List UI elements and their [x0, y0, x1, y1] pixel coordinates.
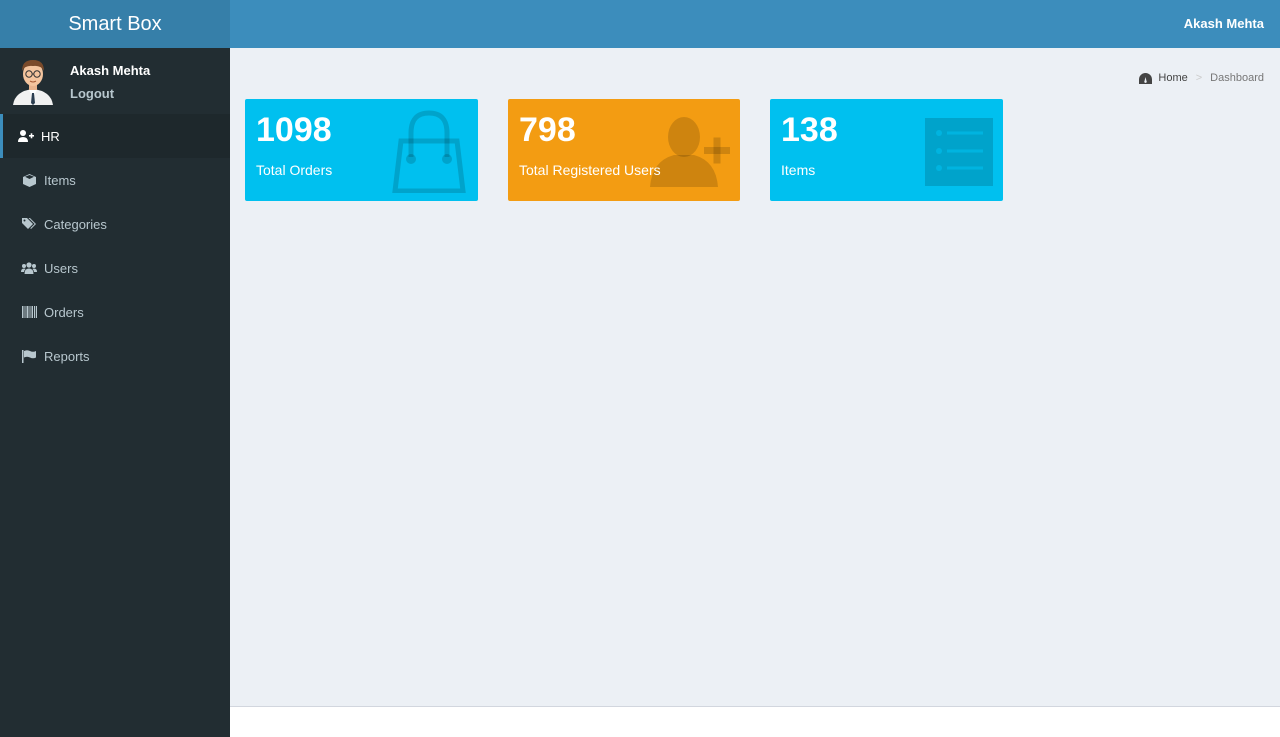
stat-box-registered-users[interactable]: 798 Total Registered Users	[508, 99, 740, 201]
sidebar-item-label: HR	[41, 128, 60, 144]
stat-box-items[interactable]: 138 Items	[770, 99, 1003, 201]
breadcrumb-home-label: Home	[1158, 72, 1188, 84]
footer	[230, 706, 1280, 737]
stat-value: 138	[781, 111, 838, 149]
sidebar-menu: HR Items Categories Users Orders Reports	[0, 114, 230, 378]
sidebar-item-hr[interactable]: HR	[0, 114, 230, 158]
sidebar-item-label: Users	[44, 260, 78, 276]
users-icon	[21, 261, 37, 275]
list-icon	[925, 118, 993, 186]
app-logo[interactable]: Smart Box	[0, 0, 230, 48]
logout-link[interactable]: Logout	[70, 86, 114, 101]
user-panel: Akash Mehta Logout	[0, 48, 230, 114]
breadcrumb: Home > Dashboard	[1139, 72, 1264, 84]
breadcrumb-separator: >	[1195, 72, 1203, 84]
top-navbar: Akash Mehta	[230, 0, 1280, 48]
sidebar-item-reports[interactable]: Reports	[0, 334, 230, 378]
flag-icon	[21, 349, 37, 363]
person-add-icon	[650, 117, 730, 187]
sidebar-item-users[interactable]: Users	[0, 246, 230, 290]
stat-label: Items	[781, 162, 816, 178]
sidebar-item-items[interactable]: Items	[0, 158, 230, 202]
breadcrumb-home[interactable]: Home	[1139, 72, 1188, 84]
avatar	[13, 60, 53, 105]
sidebar-item-orders[interactable]: Orders	[0, 290, 230, 334]
stat-value: 1098	[256, 111, 332, 149]
stat-label: Total Registered Users	[519, 162, 661, 178]
sidebar-item-label: Categories	[44, 216, 107, 232]
shopping-bag-icon	[392, 110, 466, 193]
barcode-icon	[21, 305, 37, 319]
dashboard-icon	[1139, 72, 1153, 84]
cube-icon	[21, 173, 37, 187]
sidebar-item-label: Orders	[44, 304, 84, 320]
tags-icon	[21, 217, 37, 231]
user-name: Akash Mehta	[70, 63, 151, 78]
user-plus-icon	[18, 129, 34, 143]
sidebar-item-categories[interactable]: Categories	[0, 202, 230, 246]
stat-value: 798	[519, 111, 576, 149]
stat-box-total-orders[interactable]: 1098 Total Orders	[245, 99, 478, 201]
header-user-menu[interactable]: Akash Mehta	[1184, 0, 1264, 48]
sidebar: Akash Mehta Logout HR Items Categories U…	[0, 48, 230, 737]
breadcrumb-current: Dashboard	[1210, 72, 1264, 84]
sidebar-item-label: Reports	[44, 348, 90, 364]
sidebar-item-label: Items	[44, 172, 76, 188]
stat-label: Total Orders	[256, 162, 333, 178]
